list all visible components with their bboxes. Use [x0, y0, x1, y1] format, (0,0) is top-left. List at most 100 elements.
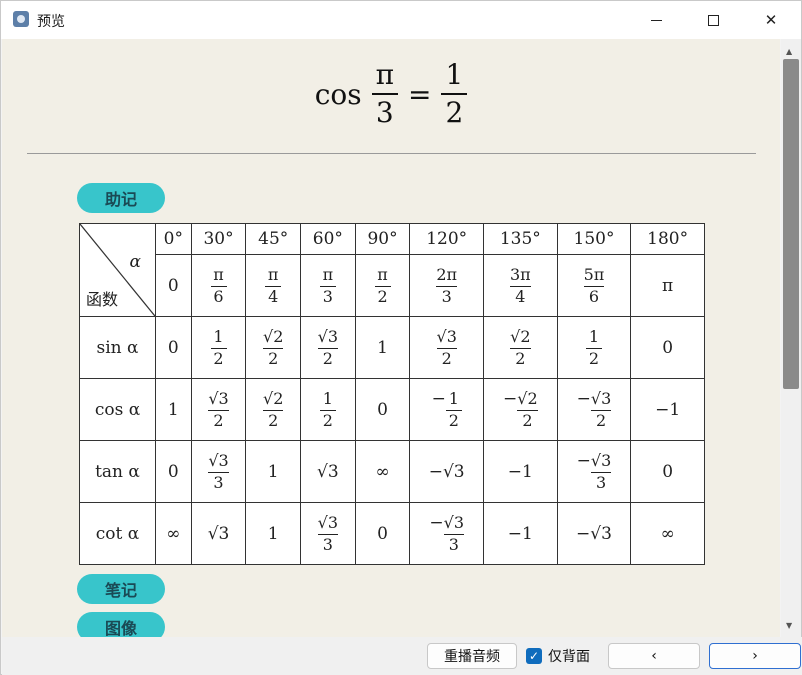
degree-header: 60° — [300, 222, 356, 256]
cell-fraction: √2 2 — [263, 328, 284, 369]
table-cell: 3π 4 — [483, 254, 558, 318]
cell-value: √3 — [207, 523, 230, 544]
table-cell: 1 — [155, 378, 192, 442]
function-row: sin α 0 1 2 √2 2 √3 2 1 √3 2 √2 2 1 2 0 — [79, 316, 705, 380]
function-row: cos α 1 √3 2 √2 2 1 2 0−1 2− √2 2− √3 2 −1 — [79, 378, 705, 442]
table-cell: 1 — [245, 502, 302, 565]
cell-fraction: 2π 3 — [436, 266, 458, 306]
table-cell: √3 2 — [190, 378, 247, 442]
fraction-denominator: 6 — [213, 287, 224, 307]
replay-audio-button[interactable]: 重播音频 — [427, 643, 517, 669]
formula-arg-den: 3 — [375, 96, 394, 129]
degree-header: 120° — [409, 222, 485, 256]
previous-button[interactable]: ‹ — [608, 643, 700, 669]
fraction-numerator: 5π — [583, 265, 605, 285]
cell-value: 1 — [267, 461, 279, 482]
back-only-checkbox[interactable]: ✓ 仅背面 — [526, 643, 590, 669]
table-cell: √3 3 — [190, 440, 247, 504]
table-cell: √3 — [300, 440, 356, 504]
table-cell: 0 — [155, 316, 192, 380]
cell-fraction: π2 — [374, 266, 391, 306]
formula-func: cos — [314, 77, 362, 111]
fraction-denominator: 2 — [213, 411, 224, 431]
formula-result: 1 2 — [441, 61, 468, 129]
cell-value: 0 — [662, 461, 674, 482]
table-cell: π — [630, 254, 705, 318]
scroll-down-icon[interactable]: ▼ — [786, 621, 792, 630]
table-cell: π2 — [354, 254, 411, 318]
table-cell: 0 — [155, 254, 192, 318]
table-cell: 0 — [354, 378, 411, 442]
app-icon — [13, 11, 29, 27]
cell-sign: − — [503, 389, 518, 410]
fraction-numerator: √3 — [208, 389, 229, 409]
table-cell: 12 — [556, 316, 632, 380]
cell-value: ∞ — [660, 523, 675, 544]
cell-fraction: √2 2 — [263, 390, 284, 430]
table-cell: 5π 6 — [556, 254, 632, 318]
formula-result-den: 2 — [445, 96, 464, 129]
fraction-denominator: 3 — [322, 287, 333, 307]
table-cell: √3 2 — [300, 316, 356, 380]
maximize-icon — [707, 14, 719, 26]
cell-fraction: √3 3 — [590, 452, 612, 492]
checkbox-checked-icon[interactable]: ✓ — [526, 648, 542, 664]
cell-sign: − — [576, 389, 591, 410]
degree-header: 90° — [354, 222, 411, 256]
fraction-bar — [441, 93, 468, 95]
fraction-numerator: √3 — [436, 327, 457, 347]
table-cell: − √3 2 — [556, 378, 632, 442]
fraction-denominator: 2 — [588, 349, 600, 369]
table-cell: ∞ — [155, 502, 192, 565]
cell-fraction: 12 — [585, 328, 602, 369]
graph-toggle[interactable]: 图像 — [77, 612, 165, 637]
scroll-up-icon[interactable]: ▲ — [786, 47, 792, 56]
table-cell: 12 — [300, 378, 356, 442]
table-cell: −1 — [483, 440, 558, 504]
cell-value: −1 — [507, 461, 533, 482]
degree-header: 135° — [483, 222, 558, 256]
fraction-denominator: 2 — [322, 411, 333, 431]
table-cell: 0 — [630, 440, 705, 504]
cell-fraction: √2 2 — [517, 390, 538, 431]
vertical-scrollbar[interactable]: ▲ ▼ — [781, 39, 801, 637]
fraction-numerator: 1 — [448, 389, 459, 409]
chevron-left-icon: ‹ — [651, 648, 657, 664]
table-cell: 1 — [354, 316, 411, 380]
cell-value: √3 — [317, 461, 339, 482]
table-cell: √2 2 — [483, 316, 558, 380]
cell-fraction: 12 — [319, 390, 336, 431]
table-cell: − √2 2 — [483, 378, 558, 442]
chevron-right-icon: › — [752, 648, 758, 664]
table-cell: − √3 3 — [556, 440, 632, 504]
cell-value: −1 — [507, 523, 533, 544]
cell-fraction: 3π 4 — [509, 266, 531, 307]
table-cell: π4 — [245, 254, 302, 318]
next-button[interactable]: › — [709, 643, 801, 669]
fraction-numerator: 1 — [213, 327, 224, 347]
fraction-numerator: π — [322, 265, 334, 285]
close-icon: ✕ — [764, 11, 778, 29]
table-cell: 0 — [155, 440, 192, 504]
fraction-denominator: 2 — [448, 411, 459, 431]
scroll-thumb[interactable] — [783, 59, 799, 389]
close-button[interactable]: ✕ — [748, 1, 794, 39]
table-cell: − √3 3 — [409, 502, 485, 565]
table-cell: −√3 — [409, 440, 485, 504]
table-cell: −1 2 — [409, 378, 485, 442]
fraction-denominator: 2 — [522, 411, 533, 431]
cell-fraction: π6 — [210, 266, 227, 307]
fraction-denominator: 4 — [515, 287, 526, 307]
fraction-numerator: π — [267, 265, 279, 285]
table-cell: −√3 — [556, 502, 632, 565]
cell-value: −√3 — [576, 523, 612, 544]
fraction-denominator: 3 — [448, 535, 459, 555]
fraction-denominator: 2 — [268, 349, 279, 369]
mnemonic-toggle[interactable]: 助记 — [77, 183, 165, 213]
maximize-button[interactable] — [690, 1, 736, 39]
minimize-button[interactable] — [633, 1, 679, 39]
notes-toggle[interactable]: 笔记 — [77, 574, 165, 604]
table-cell: 12 — [190, 316, 247, 380]
cell-sign: − — [431, 389, 446, 410]
cell-sign: − — [576, 451, 591, 472]
